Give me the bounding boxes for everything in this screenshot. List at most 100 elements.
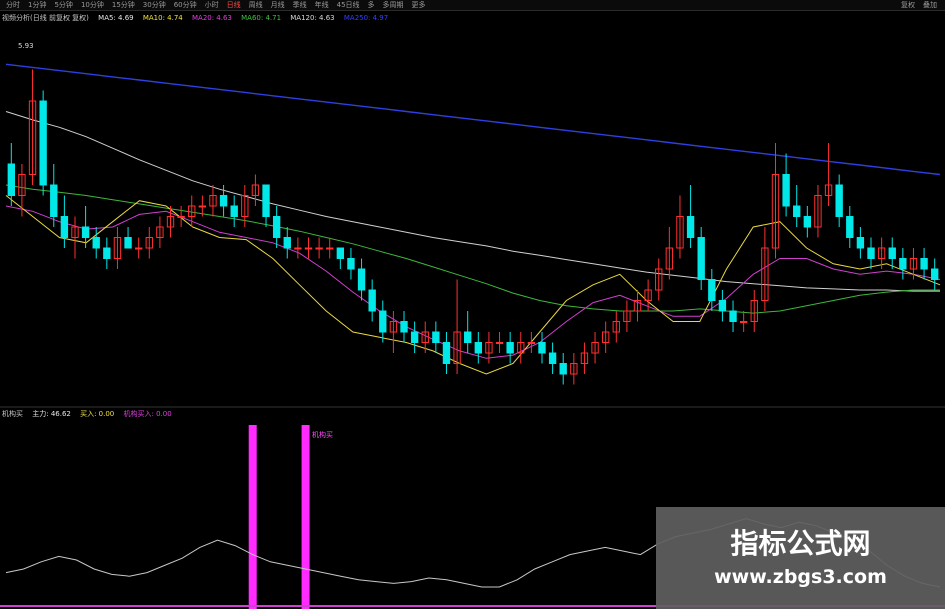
candle [410,321,419,353]
candle-body [272,216,281,238]
candle-body [739,321,748,323]
candle [527,332,536,353]
indicator-buy-value: 买入: 0.00 [80,410,115,418]
watermark-logo: 指标公式网 www.zbgs3.com [656,507,945,609]
candle [304,237,313,259]
candle-body [39,100,47,186]
candle [920,248,928,280]
candle-body [867,247,875,259]
signal-bar [301,425,310,609]
candle-body [294,247,302,250]
candle [442,332,451,374]
candle [432,321,440,353]
candle [686,185,695,248]
candle [814,185,822,238]
candle-body [326,247,334,250]
candle-body [538,342,546,354]
candle [888,237,896,269]
candle-body [888,247,896,259]
candle-body [336,247,345,259]
candle-body [835,184,843,217]
candle [71,216,79,259]
candle [517,332,525,364]
candle-body [708,279,716,301]
candle [7,143,15,206]
candle [347,248,355,280]
candle-body [506,342,514,354]
candle [676,195,684,259]
candle-body [474,342,482,354]
candle [644,279,652,311]
candle [251,174,260,206]
candle-body [7,163,15,196]
candle [506,332,514,364]
candle [718,290,727,322]
candle-body [315,247,323,250]
candle [856,227,865,259]
ma-line-ma10 [5,195,941,375]
candle [846,206,854,248]
candle [750,290,758,332]
candle [103,237,111,269]
indicator-name: 机构买 [2,410,23,418]
candle [655,258,663,301]
candle-body [718,300,727,312]
candle-body [846,216,854,238]
candle [400,311,408,343]
candle [708,269,716,311]
candle [326,237,334,259]
candle [931,258,939,290]
candle-body [729,310,737,322]
candle-body [400,321,408,333]
candle [145,227,153,259]
candle [113,227,122,269]
candle-body [793,205,801,217]
candle [580,342,589,374]
candle [336,247,345,269]
candle [803,206,812,238]
candle [283,227,291,259]
candle-body [379,310,387,333]
candle-body [686,216,695,238]
candle [623,300,631,332]
indicator-main-value: 主力: 46.62 [32,410,71,418]
watermark-url: www.zbgs3.com [714,566,887,588]
candle [485,332,493,364]
candle [899,248,907,280]
candle [50,164,58,227]
candle-body [198,205,207,208]
candle [474,332,482,364]
candle [495,332,504,353]
indicator-institution-value: 机构买入: 0.00 [123,410,172,418]
candle-body [230,205,238,217]
candle [612,311,620,343]
candle [230,195,238,227]
candle-body [442,342,451,364]
candle [559,353,567,385]
candle-body [103,247,111,259]
candle [262,184,270,227]
ma-line-ma20 [5,205,941,359]
candle [156,216,164,248]
candle-body [856,237,865,249]
candle-body [410,331,419,343]
candle [28,69,37,185]
candle [538,332,546,364]
candle [39,90,47,196]
candle-body [81,226,90,238]
candle [665,227,674,280]
ma-line-ma120 [5,111,940,292]
candle [124,227,132,249]
candle [867,237,875,269]
candle [177,206,185,227]
candle-body [50,184,58,217]
candle-body [464,331,472,343]
candle-body [548,352,557,364]
candle-body [134,247,143,250]
candle [294,237,302,259]
candle [315,237,323,259]
candle-body [495,342,504,344]
candle-body [124,237,132,249]
candle-body [559,363,567,375]
candle-body [60,216,69,238]
